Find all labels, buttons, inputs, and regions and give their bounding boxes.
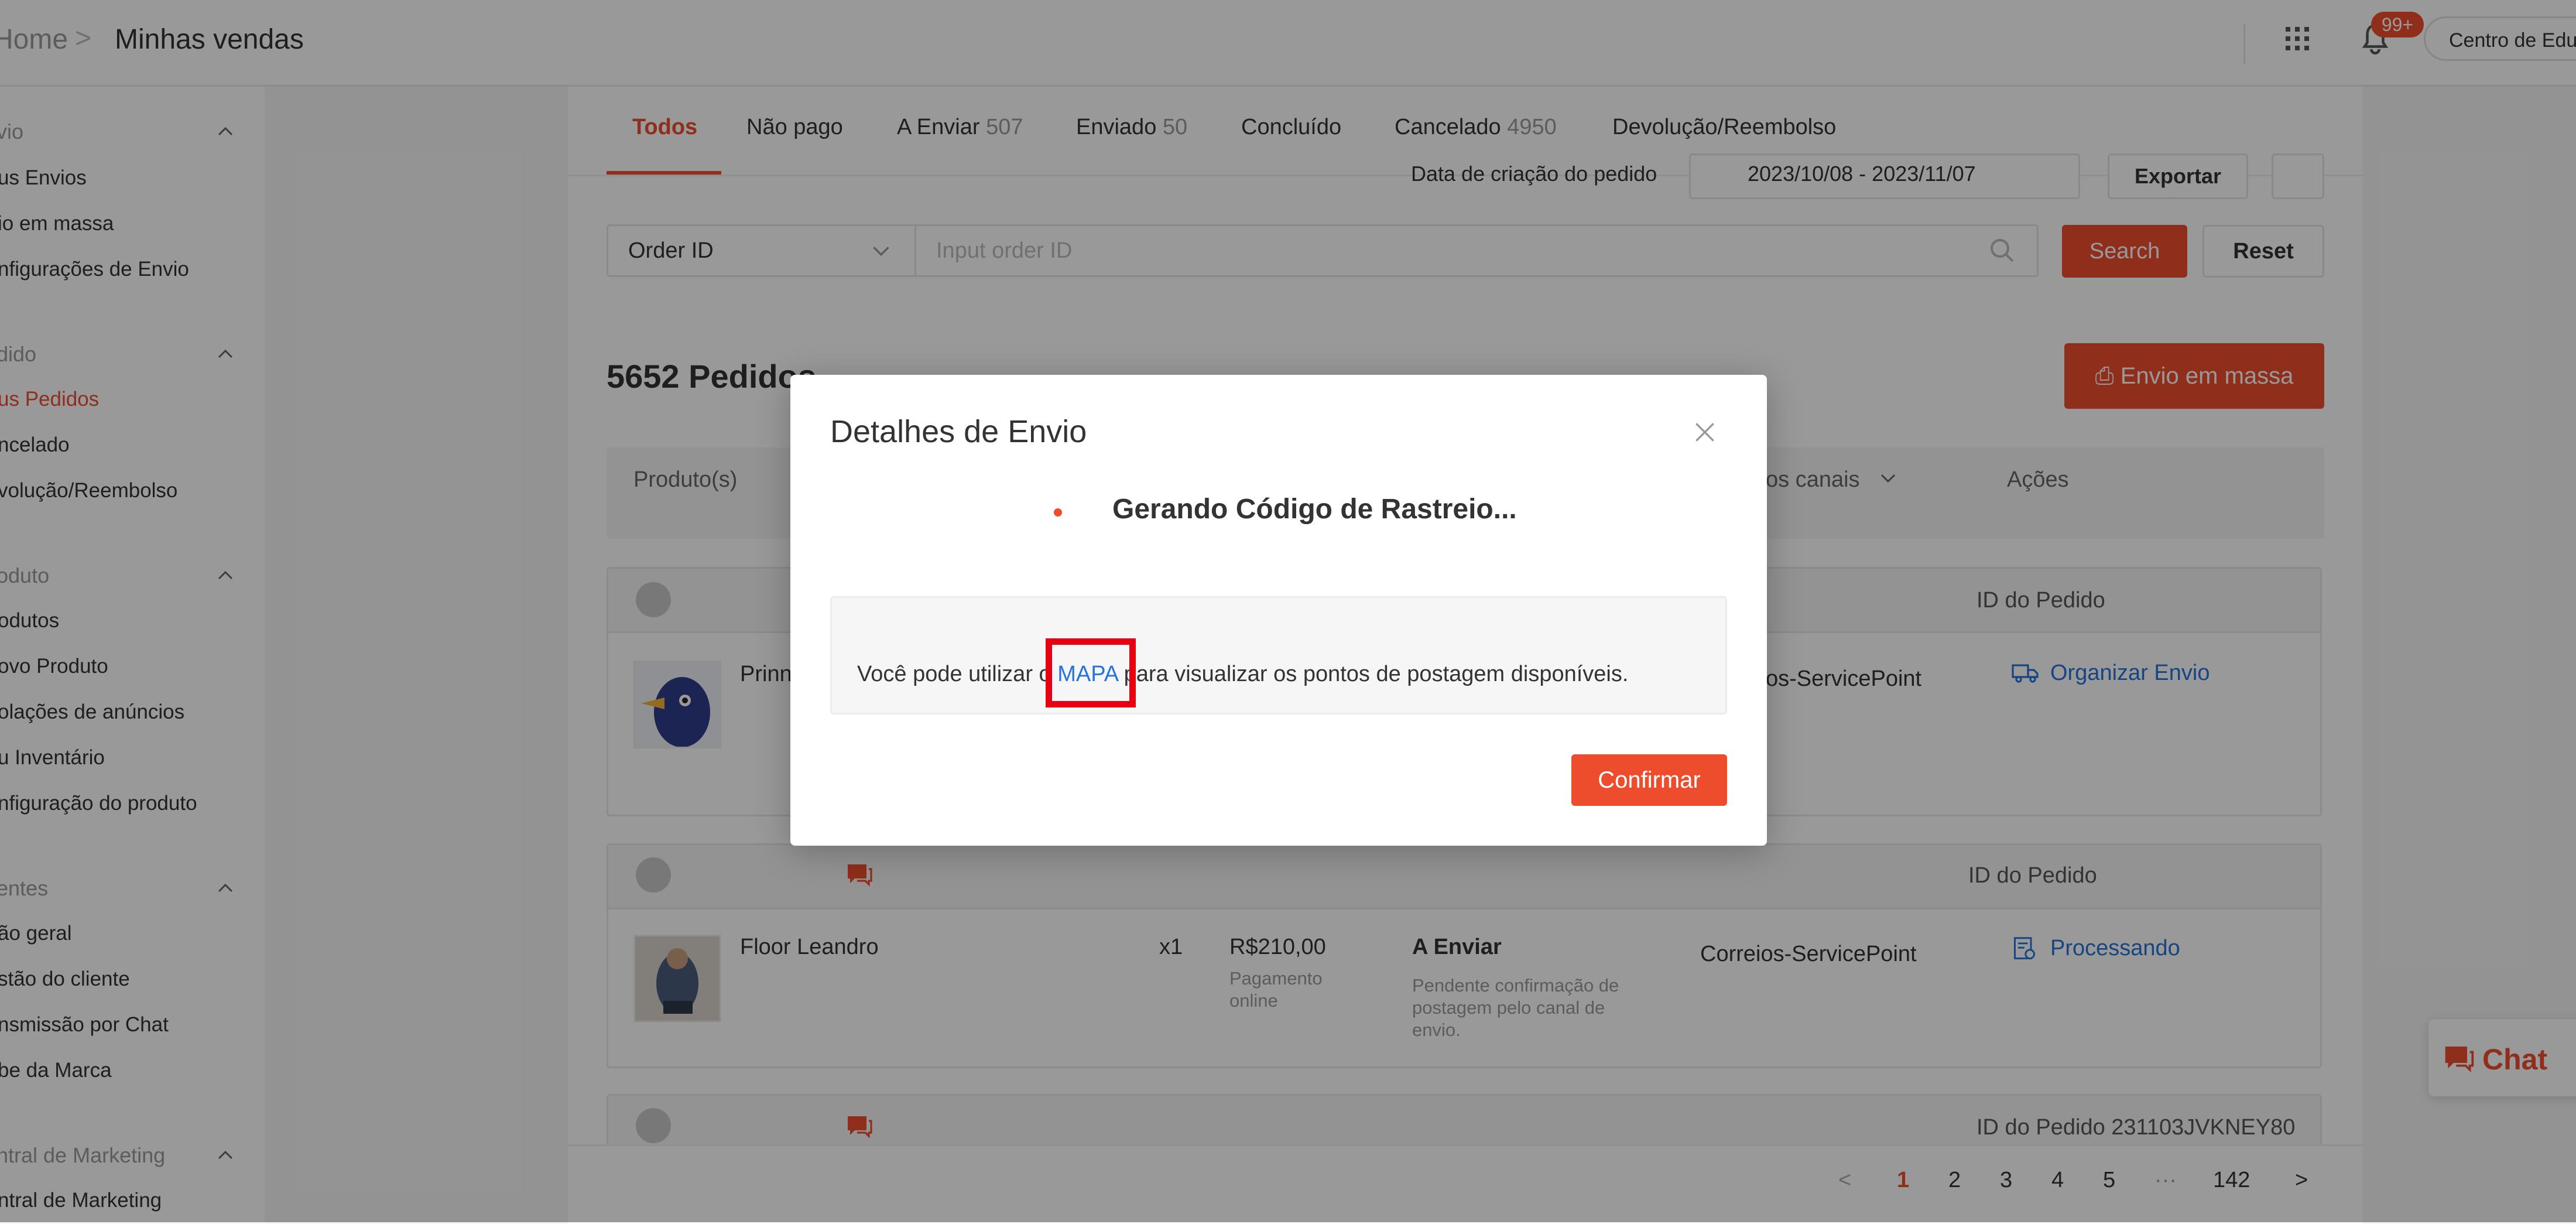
map-link-highlight <box>1046 638 1136 707</box>
modal-title: Detalhes de Envio <box>830 414 1087 449</box>
close-icon[interactable] <box>1692 419 1718 445</box>
info-message: Você pode utilizar o MAPA para visualiza… <box>857 662 1629 686</box>
generating-tracking-text: Gerando Código de Rastreio... <box>1112 494 1517 525</box>
loading-spinner-icon <box>1054 508 1062 517</box>
confirm-button[interactable]: Confirmar <box>1571 754 1727 806</box>
info-box <box>830 596 1727 714</box>
